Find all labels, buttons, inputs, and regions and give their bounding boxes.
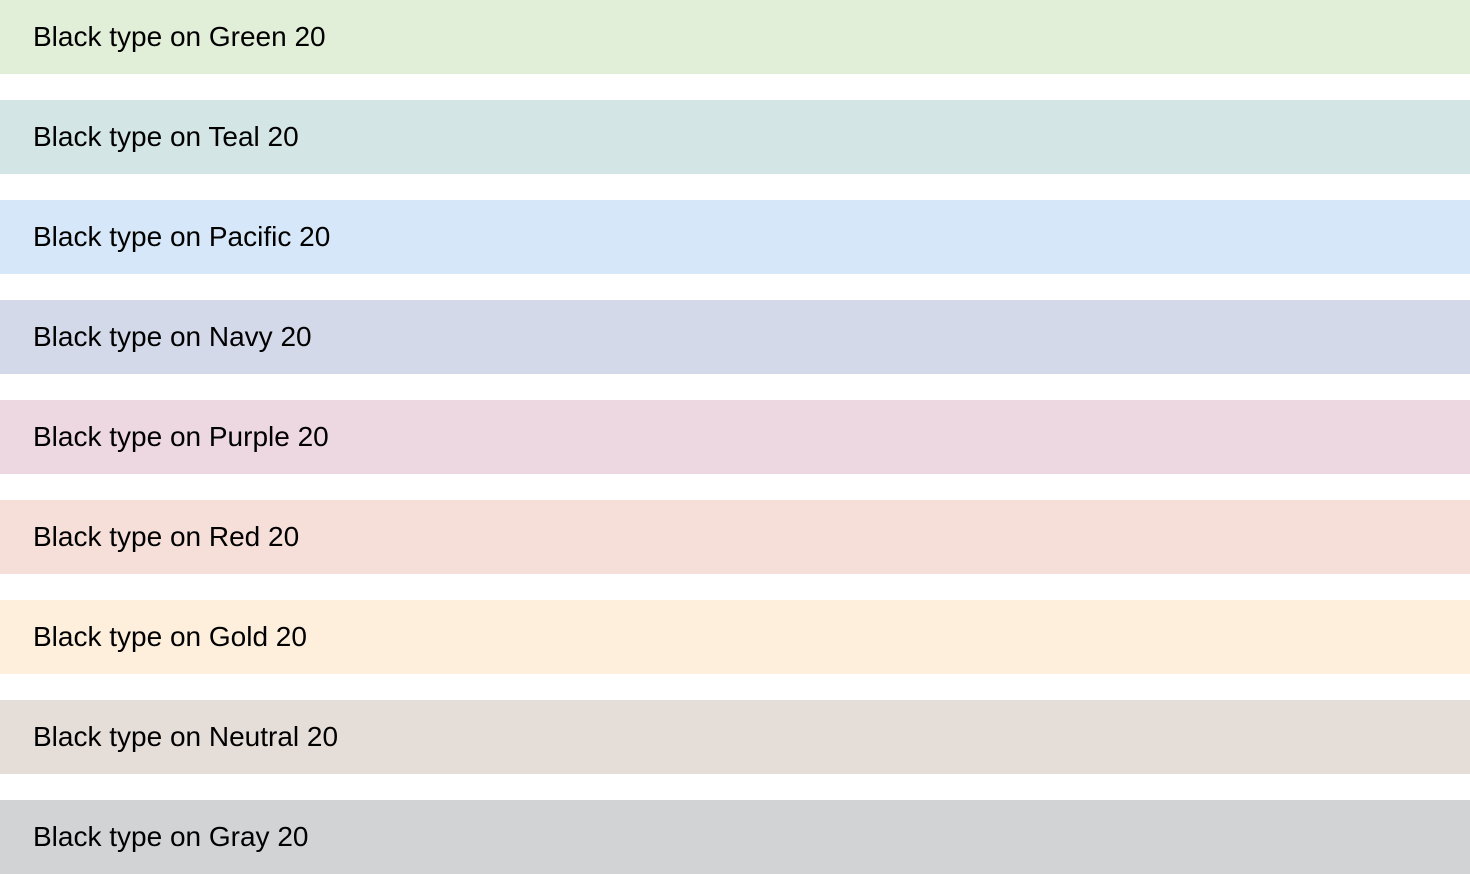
color-swatch-row: Black type on Red 20 [0, 500, 1470, 574]
color-swatch-row: Black type on Neutral 20 [0, 700, 1470, 774]
swatch-label: Black type on Red 20 [33, 521, 300, 552]
swatch-label: Black type on Gray 20 [33, 821, 309, 852]
color-swatch-row: Black type on Pacific 20 [0, 200, 1470, 274]
swatch-label: Black type on Green 20 [33, 21, 326, 52]
swatch-label: Black type on Navy 20 [33, 321, 312, 352]
color-swatch-row: Black type on Green 20 [0, 0, 1470, 74]
color-swatch-row: Black type on Navy 20 [0, 300, 1470, 374]
swatch-label: Black type on Neutral 20 [33, 721, 339, 752]
swatch-label: Black type on Teal 20 [33, 121, 299, 152]
swatch-label: Black type on Gold 20 [33, 621, 307, 652]
swatch-label: Black type on Pacific 20 [33, 221, 331, 252]
color-swatch-row: Black type on Gold 20 [0, 600, 1470, 674]
color-swatch-row: Black type on Purple 20 [0, 400, 1470, 474]
swatch-label: Black type on Purple 20 [33, 421, 329, 452]
color-swatch-row: Black type on Teal 20 [0, 100, 1470, 174]
color-swatch-row: Black type on Gray 20 [0, 800, 1470, 874]
